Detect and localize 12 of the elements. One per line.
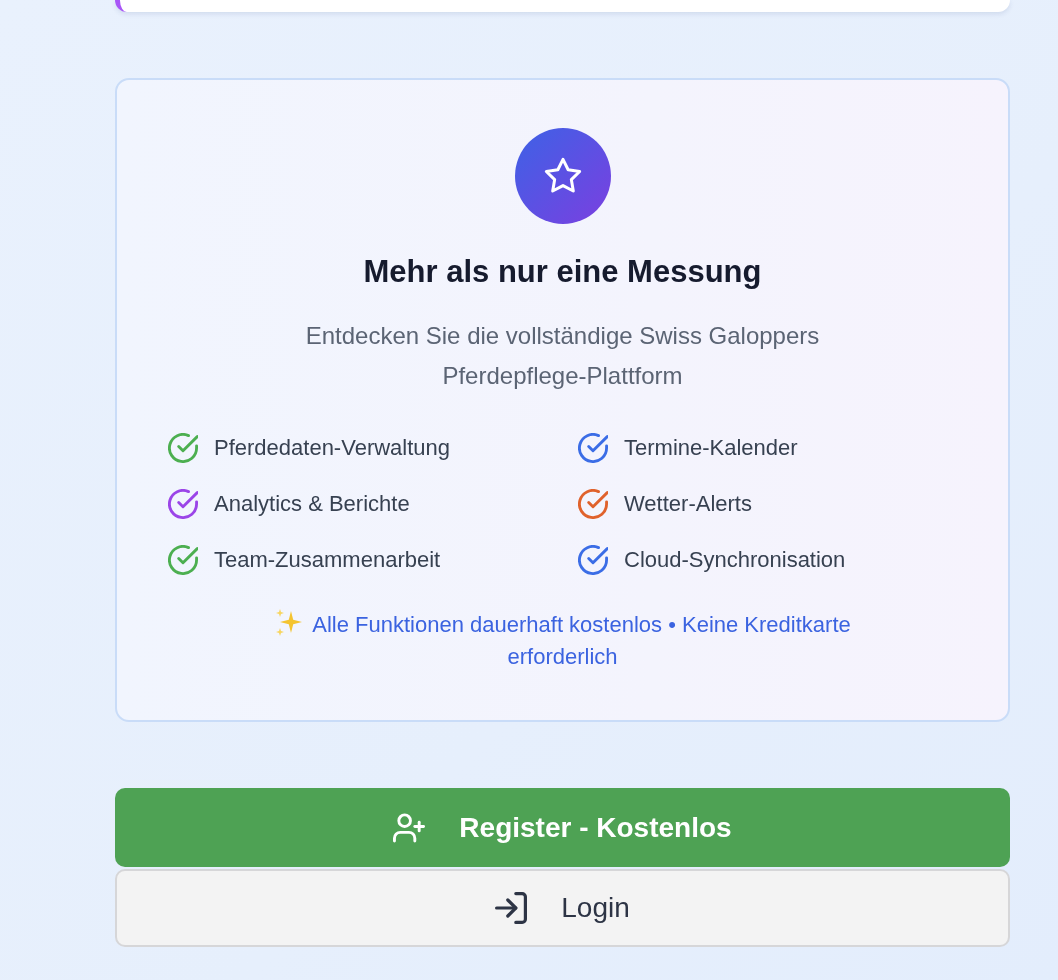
card-title: Mehr als nur eine Messung xyxy=(363,254,762,290)
sign-in-icon xyxy=(495,892,528,924)
feature-label: Team-Zusammenarbeit xyxy=(214,546,441,574)
free-features-note: Alle Funktionen dauerhaft kostenlos • Keine Kreditkarte erforderlich xyxy=(312,612,851,669)
feature-label: Termine-Kalender xyxy=(624,434,798,462)
user-plus-icon xyxy=(393,811,426,844)
feature-label: Cloud-Synchronisation xyxy=(624,546,846,574)
feature-label: Wetter-Alerts xyxy=(624,490,752,518)
feature-label: Analytics & Berichte xyxy=(214,490,410,518)
feature-label: Pferdedaten-Verwaltung xyxy=(214,434,451,462)
login-button[interactable]: Login xyxy=(115,869,1010,947)
card-subtitle: Entdecken Sie die vollständige Swiss Galoppers Pferdepflege-Plattform xyxy=(304,321,821,391)
